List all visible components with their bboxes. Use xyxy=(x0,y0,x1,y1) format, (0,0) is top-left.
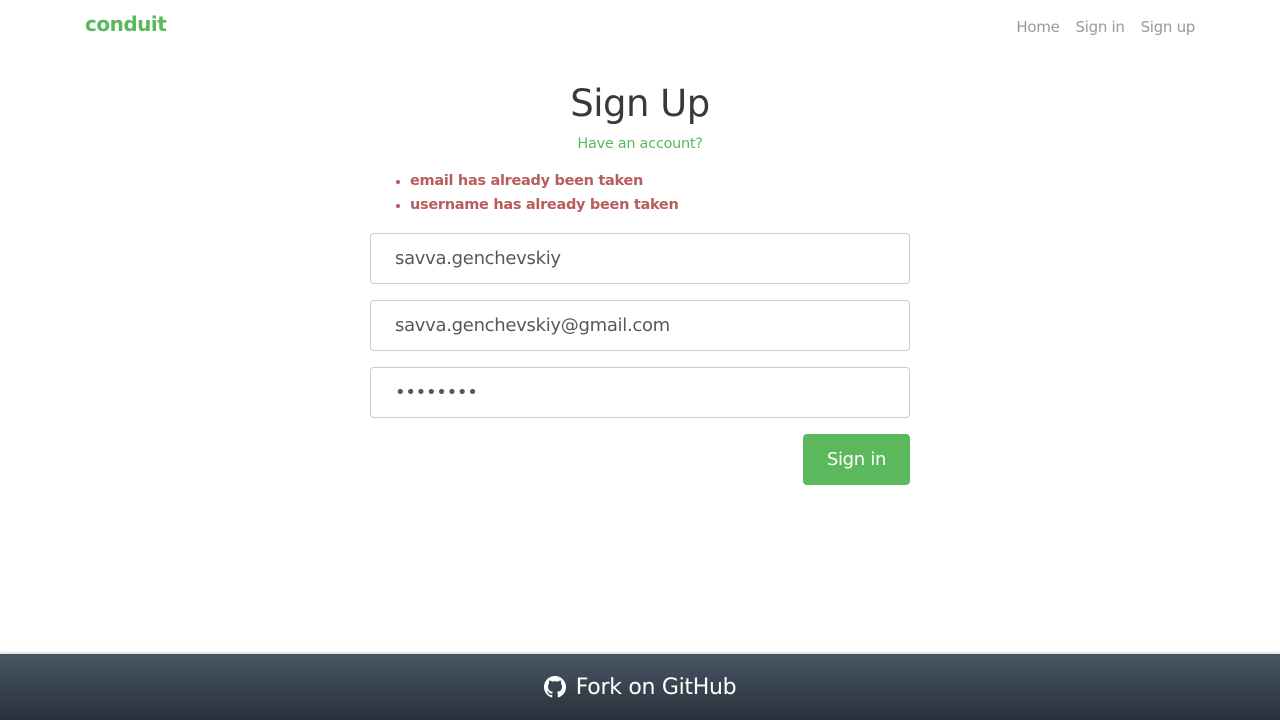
nav-link-sign-up[interactable]: Sign up xyxy=(1141,18,1196,36)
email-field[interactable] xyxy=(370,300,910,351)
brand-logo[interactable]: conduit xyxy=(85,12,167,36)
password-field[interactable] xyxy=(370,367,910,418)
page-title: Sign Up xyxy=(570,82,710,125)
username-field[interactable] xyxy=(370,233,910,284)
auth-page: Sign Up Have an account? email has alrea… xyxy=(370,80,910,485)
have-account-link[interactable]: Have an account? xyxy=(370,132,910,156)
submit-row: Sign in xyxy=(370,434,910,485)
nav-link-home[interactable]: Home xyxy=(1016,18,1059,36)
github-icon xyxy=(543,676,566,698)
error-message-email: email has already been taken xyxy=(410,169,910,193)
fork-on-github-label: Fork on GitHub xyxy=(575,674,737,700)
nav-links: Home Sign in Sign up xyxy=(1016,18,1195,36)
sign-in-button[interactable]: Sign in xyxy=(803,434,910,485)
fork-on-github-banner[interactable]: Fork on GitHub xyxy=(0,654,1280,720)
navbar: conduit Home Sign in Sign up xyxy=(0,0,1280,56)
sign-up-form: Sign in xyxy=(370,233,910,485)
error-messages: email has already been taken username ha… xyxy=(370,169,910,217)
nav-link-sign-in[interactable]: Sign in xyxy=(1076,18,1125,36)
error-message-username: username has already been taken xyxy=(410,193,910,217)
